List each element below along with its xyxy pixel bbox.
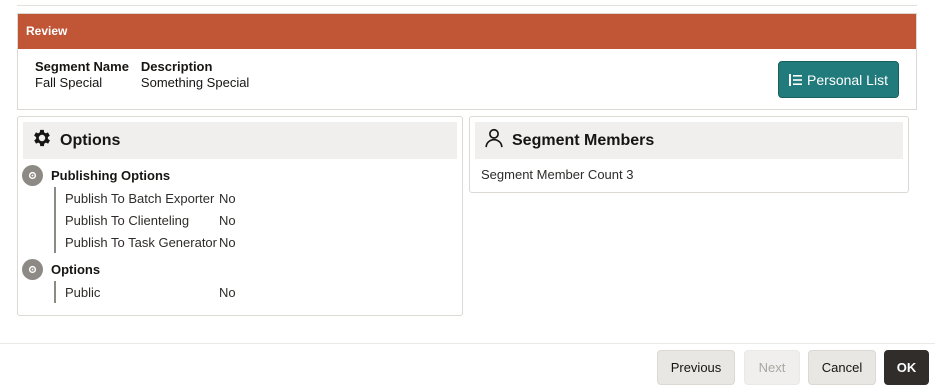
- list-icon: [789, 73, 803, 86]
- option-row: Publish To Clienteling No: [65, 209, 236, 231]
- next-button[interactable]: Next: [744, 350, 800, 385]
- segment-fields: Segment Name Fall Special Description So…: [35, 59, 261, 91]
- segment-name-value: Fall Special: [35, 75, 103, 90]
- group-title: Publishing Options: [51, 167, 171, 183]
- option-value: No: [219, 234, 236, 250]
- description-label: Description: [140, 59, 213, 74]
- cancel-button[interactable]: Cancel: [808, 350, 876, 385]
- options-card-title: Options: [60, 131, 121, 149]
- settings-dot-icon: [22, 258, 43, 280]
- previous-button[interactable]: Previous: [657, 350, 735, 385]
- personal-list-label: Personal List: [807, 71, 888, 88]
- review-panel: Review Segment Name Fall Special Descrip…: [17, 13, 917, 110]
- segment-member-count: Segment Member Count 3: [481, 167, 634, 182]
- option-label: Publish To Task Generator: [65, 234, 217, 250]
- gear-icon: [31, 127, 53, 154]
- segment-members-header: Segment Members: [475, 122, 903, 159]
- option-label: Publish To Clienteling: [65, 212, 190, 228]
- option-value: No: [219, 190, 236, 206]
- person-icon: [483, 127, 505, 154]
- review-header: Review: [18, 14, 916, 49]
- options-card: Options Publishing Options Publish To Ba…: [17, 116, 463, 316]
- option-value: No: [219, 284, 236, 300]
- option-row: Publish To Batch Exporter No: [65, 187, 236, 209]
- publishing-options-group: Publishing Options Publish To Batch Expo…: [22, 164, 236, 253]
- top-divider: [17, 5, 917, 6]
- settings-dot-icon: [22, 164, 43, 186]
- description-field: Description Something Special: [141, 59, 249, 91]
- option-label: Public: [65, 284, 101, 300]
- group-title: Options: [51, 261, 101, 277]
- segment-members-card: Segment Members Segment Member Count 3: [469, 116, 909, 193]
- segment-name-label: Segment Name: [35, 59, 129, 74]
- personal-list-button[interactable]: Personal List: [778, 61, 899, 98]
- option-row: Public No: [65, 281, 236, 303]
- options-group: Options Public No: [22, 258, 236, 303]
- segment-members-title: Segment Members: [512, 131, 655, 149]
- option-label: Publish To Batch Exporter: [65, 190, 215, 206]
- option-value: No: [219, 212, 236, 228]
- ok-button[interactable]: OK: [884, 350, 929, 385]
- option-row: Publish To Task Generator No: [65, 231, 236, 253]
- options-card-header: Options: [23, 122, 457, 159]
- description-value: Something Special: [140, 75, 250, 90]
- segment-name-field: Segment Name Fall Special: [35, 59, 129, 91]
